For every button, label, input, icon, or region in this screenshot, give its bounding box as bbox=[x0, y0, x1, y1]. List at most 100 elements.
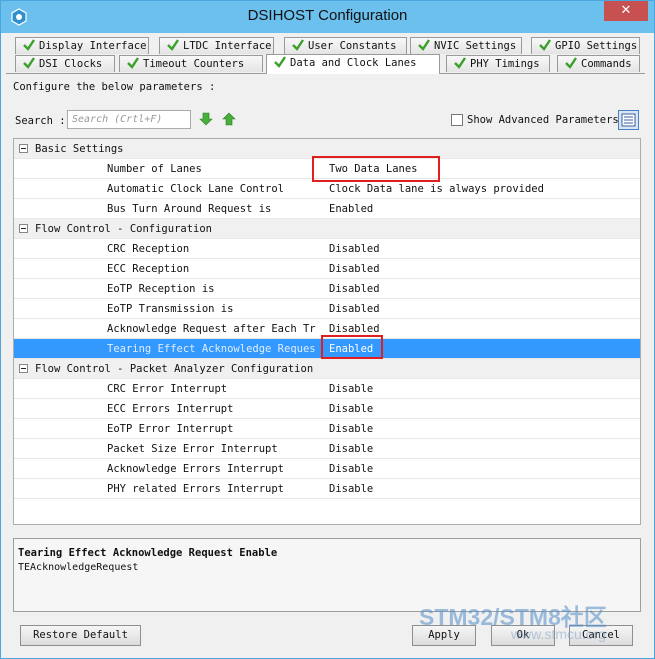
param-value[interactable]: Disabled bbox=[329, 239, 380, 259]
param-row[interactable]: Acknowledge Errors Interrupt Disable bbox=[14, 459, 640, 479]
tab-label: User Constants bbox=[308, 40, 397, 52]
param-name: Number of Lanes bbox=[107, 163, 202, 175]
param-name: PHY related Errors Interrupt bbox=[107, 483, 285, 495]
tab-timeout-counters[interactable]: Timeout Counters bbox=[119, 55, 263, 72]
tab-label: PHY Timings bbox=[470, 58, 540, 70]
check-icon bbox=[23, 57, 35, 69]
tab-label: Data and Clock Lanes bbox=[290, 57, 417, 69]
list-view-icon bbox=[621, 113, 636, 127]
tab-user-constants[interactable]: User Constants bbox=[284, 37, 407, 54]
collapse-icon[interactable] bbox=[19, 144, 28, 153]
tab-nvic-settings[interactable]: NVIC Settings bbox=[410, 37, 522, 54]
show-advanced-checkbox[interactable] bbox=[451, 114, 463, 126]
description-panel: Tearing Effect Acknowledge Request Enabl… bbox=[13, 538, 641, 612]
param-name: Tearing Effect Acknowledge Reques... bbox=[107, 343, 317, 355]
dsihost-config-window: DSIHOST Configuration ✕ Display Interfac… bbox=[0, 0, 655, 659]
apply-button[interactable]: Apply bbox=[412, 625, 476, 646]
param-row[interactable]: Number of Lanes Two Data Lanes bbox=[14, 159, 640, 179]
param-name: Packet Size Error Interrupt bbox=[107, 443, 278, 455]
group-label: Flow Control - Configuration bbox=[35, 223, 213, 235]
tab-dsi-clocks[interactable]: DSI Clocks bbox=[15, 55, 115, 72]
param-row[interactable]: ECC Errors Interrupt Disable bbox=[14, 399, 640, 419]
param-row[interactable]: EoTP Transmission is Disabled bbox=[14, 299, 640, 319]
param-value[interactable]: Disabled bbox=[329, 299, 380, 319]
param-row[interactable]: Packet Size Error Interrupt Disable bbox=[14, 439, 640, 459]
tab-data-and-clock-lanes[interactable]: Data and Clock Lanes bbox=[266, 54, 440, 74]
param-value[interactable]: Disable bbox=[329, 419, 373, 439]
param-value[interactable]: Two Data Lanes bbox=[329, 159, 418, 179]
tab-label: Timeout Counters bbox=[143, 58, 245, 70]
param-value[interactable]: Enabled bbox=[329, 199, 373, 219]
param-value[interactable]: Disabled bbox=[329, 259, 380, 279]
check-icon bbox=[127, 57, 139, 69]
description-body: TEAcknowledgeRequest bbox=[18, 562, 139, 573]
parameter-tree: Basic Settings Number of Lanes Two Data … bbox=[13, 138, 641, 525]
param-name: EoTP Transmission is bbox=[107, 303, 234, 315]
configure-label: Configure the below parameters : bbox=[13, 81, 216, 93]
window-title: DSIHOST Configuration bbox=[247, 7, 408, 24]
cancel-button[interactable]: Cancel bbox=[569, 625, 633, 646]
param-name: CRC Reception bbox=[107, 243, 190, 255]
param-name: EoTP Error Interrupt bbox=[107, 423, 234, 435]
tab-gpio-settings[interactable]: GPIO Settings bbox=[531, 37, 640, 54]
param-value[interactable]: Disable bbox=[329, 399, 373, 419]
param-name: CRC Error Interrupt bbox=[107, 383, 228, 395]
param-value[interactable]: Disable bbox=[329, 439, 373, 459]
param-name: ECC Reception bbox=[107, 263, 190, 275]
param-row-selected[interactable]: Tearing Effect Acknowledge Reques... Ena… bbox=[14, 339, 640, 359]
title-bar: DSIHOST Configuration ✕ bbox=[1, 1, 654, 33]
tab-label: Commands bbox=[581, 58, 632, 70]
check-icon bbox=[454, 57, 466, 69]
description-title: Tearing Effect Acknowledge Request Enabl… bbox=[18, 547, 278, 559]
layout-toggle-button[interactable] bbox=[618, 110, 639, 130]
ok-button[interactable]: Ok bbox=[491, 625, 555, 646]
check-icon bbox=[565, 57, 577, 69]
tab-label: LTDC Interface bbox=[183, 40, 272, 52]
param-value[interactable]: Disable bbox=[329, 459, 373, 479]
param-name: Acknowledge Errors Interrupt bbox=[107, 463, 285, 475]
check-icon bbox=[292, 39, 304, 51]
param-row[interactable]: EoTP Error Interrupt Disable bbox=[14, 419, 640, 439]
close-button[interactable]: ✕ bbox=[604, 1, 648, 21]
param-name: Acknowledge Request after Each Tr... bbox=[107, 323, 317, 335]
param-row[interactable]: CRC Error Interrupt Disable bbox=[14, 379, 640, 399]
group-flow-control-configuration[interactable]: Flow Control - Configuration bbox=[14, 219, 640, 239]
param-row[interactable]: Acknowledge Request after Each Tr... Dis… bbox=[14, 319, 640, 339]
tab-label: NVIC Settings bbox=[434, 40, 517, 52]
tab-display-interface[interactable]: Display Interface bbox=[15, 37, 149, 54]
param-value[interactable]: Disabled bbox=[329, 319, 380, 339]
arrow-down-icon[interactable] bbox=[199, 112, 213, 126]
check-icon bbox=[167, 39, 179, 51]
arrow-up-icon[interactable] bbox=[222, 112, 236, 126]
check-icon bbox=[23, 39, 35, 51]
collapse-icon[interactable] bbox=[19, 364, 28, 373]
search-label: Search : bbox=[15, 115, 66, 127]
group-label: Flow Control - Packet Analyzer Configura… bbox=[35, 363, 314, 375]
param-name: Bus Turn Around Request is bbox=[107, 203, 272, 215]
param-row[interactable]: Automatic Clock Lane Control Clock Data … bbox=[14, 179, 640, 199]
param-value[interactable]: Disabled bbox=[329, 279, 380, 299]
tab-ltdc-interface[interactable]: LTDC Interface bbox=[159, 37, 274, 54]
search-input[interactable] bbox=[67, 110, 191, 129]
tab-label: Display Interface bbox=[39, 40, 147, 52]
group-packet-analyzer-configuration[interactable]: Flow Control - Packet Analyzer Configura… bbox=[14, 359, 640, 379]
param-value[interactable]: Disable bbox=[329, 379, 373, 399]
param-row[interactable]: ECC Reception Disabled bbox=[14, 259, 640, 279]
check-icon bbox=[274, 56, 286, 68]
tab-phy-timings[interactable]: PHY Timings bbox=[446, 55, 550, 72]
collapse-icon[interactable] bbox=[19, 224, 28, 233]
tab-commands[interactable]: Commands bbox=[557, 55, 640, 72]
param-row[interactable]: EoTP Reception is Disabled bbox=[14, 279, 640, 299]
param-row[interactable]: PHY related Errors Interrupt Disable bbox=[14, 479, 640, 499]
group-label: Basic Settings bbox=[35, 143, 124, 155]
param-name: ECC Errors Interrupt bbox=[107, 403, 234, 415]
param-row[interactable]: Bus Turn Around Request is Enabled bbox=[14, 199, 640, 219]
param-value[interactable]: Clock Data lane is always provided bbox=[329, 179, 544, 199]
restore-default-button[interactable]: Restore Default bbox=[20, 625, 141, 646]
check-icon bbox=[539, 39, 551, 51]
param-value[interactable]: Enabled bbox=[329, 339, 373, 359]
group-basic-settings[interactable]: Basic Settings bbox=[14, 139, 640, 159]
param-row[interactable]: CRC Reception Disabled bbox=[14, 239, 640, 259]
param-name: Automatic Clock Lane Control bbox=[107, 183, 285, 195]
param-value[interactable]: Disable bbox=[329, 479, 373, 499]
